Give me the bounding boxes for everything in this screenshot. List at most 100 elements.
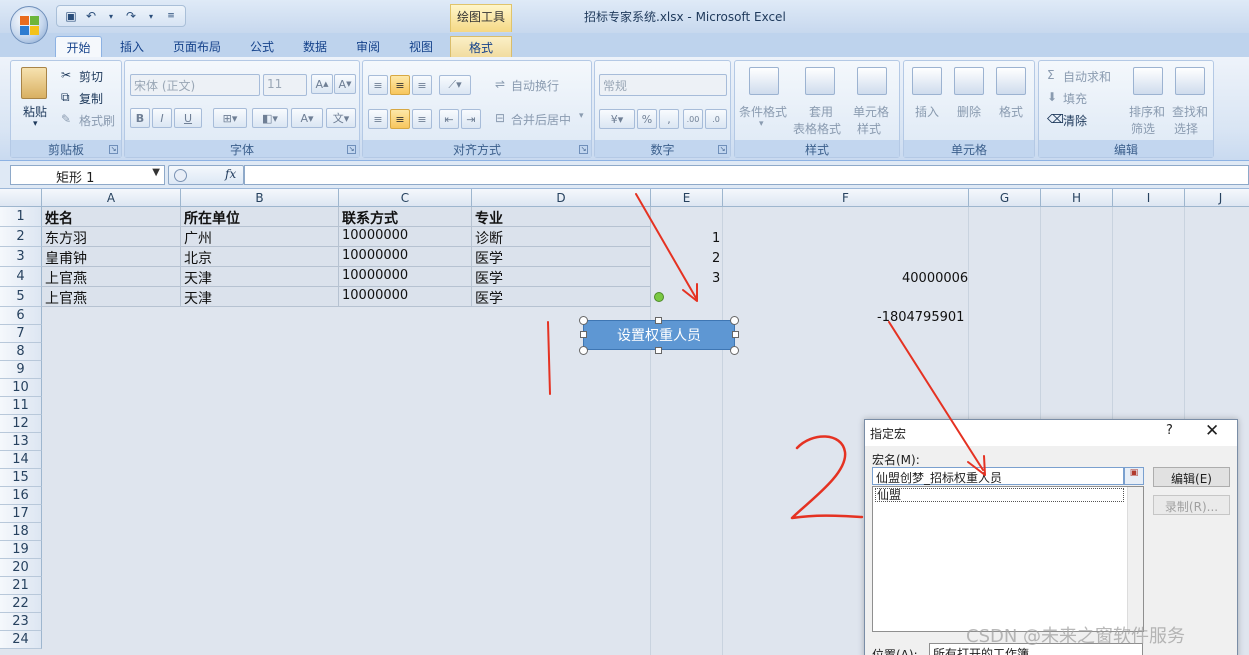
cell-e3[interactable]: 2 bbox=[712, 251, 720, 266]
cell-c5[interactable]: 10000000 bbox=[339, 287, 472, 307]
shape-resize-handle[interactable] bbox=[580, 331, 587, 338]
column-header[interactable]: F bbox=[723, 189, 969, 207]
tab-insert[interactable]: 插入 bbox=[110, 36, 154, 57]
row-header[interactable]: 9 bbox=[0, 361, 42, 379]
cell-b1[interactable]: 所在单位 bbox=[181, 207, 339, 227]
tab-home[interactable]: 开始 bbox=[55, 36, 102, 57]
currency-icon[interactable]: ¥▾ bbox=[599, 109, 635, 129]
row-header[interactable]: 3 bbox=[0, 247, 42, 267]
find-select-icon[interactable] bbox=[1175, 67, 1205, 95]
increase-decimal-icon[interactable]: .00 bbox=[683, 109, 703, 129]
macro-list[interactable]: 仙盟 bbox=[872, 486, 1144, 632]
cell-d3[interactable]: 医学 bbox=[472, 247, 651, 267]
orientation-icon[interactable]: ⟋▾ bbox=[439, 75, 471, 95]
column-header[interactable]: E bbox=[651, 189, 723, 207]
cell-e2[interactable]: 1 bbox=[712, 231, 720, 246]
column-header[interactable]: J bbox=[1185, 189, 1249, 207]
row-header[interactable]: 22 bbox=[0, 595, 42, 613]
find-select-button-line2[interactable]: 选择 bbox=[1174, 120, 1198, 137]
copy-button[interactable]: 复制 bbox=[79, 90, 103, 107]
cell-a3[interactable]: 皇甫钟 bbox=[42, 247, 181, 267]
find-select-button[interactable]: 查找和 bbox=[1172, 103, 1208, 120]
paste-dropdown-icon[interactable]: ▾ bbox=[33, 119, 38, 129]
tab-view[interactable]: 视图 bbox=[399, 36, 443, 57]
conditional-format-icon[interactable] bbox=[749, 67, 779, 95]
row-header[interactable]: 19 bbox=[0, 541, 42, 559]
format-as-table-button[interactable]: 套用 bbox=[809, 103, 833, 120]
customize-qat-icon[interactable]: ≡ bbox=[163, 8, 179, 24]
italic-button[interactable]: I bbox=[152, 108, 172, 128]
merge-center-button[interactable]: 合并后居中 bbox=[511, 111, 571, 128]
column-header[interactable]: B bbox=[181, 189, 339, 207]
cell-styles-icon[interactable] bbox=[857, 67, 887, 95]
autosum-button[interactable]: 自动求和 bbox=[1063, 68, 1111, 85]
font-color-icon[interactable]: A▾ bbox=[291, 108, 323, 128]
redo-icon[interactable]: ↷ bbox=[123, 8, 139, 24]
cell-f4[interactable]: 40000006 bbox=[902, 271, 968, 286]
increase-indent-icon[interactable]: ⇥ bbox=[461, 109, 481, 129]
cell-c3[interactable]: 10000000 bbox=[339, 247, 472, 267]
shape-resize-handle[interactable] bbox=[730, 316, 739, 325]
row-header[interactable]: 20 bbox=[0, 559, 42, 577]
macro-name-input[interactable]: 仙盟创梦_招标权重人员 bbox=[872, 467, 1124, 485]
clipboard-launcher-icon[interactable]: ↘ bbox=[109, 145, 118, 154]
bold-button[interactable]: B bbox=[130, 108, 150, 128]
merge-dropdown-icon[interactable]: ▾ bbox=[579, 111, 584, 121]
cell-c4[interactable]: 10000000 bbox=[339, 267, 472, 287]
conditional-dropdown-icon[interactable]: ▾ bbox=[759, 119, 764, 129]
grow-font-icon[interactable]: A ▲ bbox=[311, 74, 333, 94]
cell-d4[interactable]: 医学 bbox=[472, 267, 651, 287]
formula-input[interactable] bbox=[244, 165, 1249, 185]
cell-b2[interactable]: 广州 bbox=[181, 227, 339, 247]
macro-list-item[interactable]: 仙盟 bbox=[875, 488, 1124, 502]
row-header[interactable]: 5 bbox=[0, 287, 42, 307]
number-launcher-icon[interactable]: ↘ bbox=[718, 145, 727, 154]
insert-cells-icon[interactable] bbox=[912, 67, 942, 95]
shrink-font-icon[interactable]: A ▼ bbox=[334, 74, 356, 94]
select-all-corner[interactable] bbox=[0, 189, 42, 207]
formula-bar-expand-icon[interactable] bbox=[174, 169, 187, 182]
undo-icon[interactable]: ↶ bbox=[83, 8, 99, 24]
clear-button[interactable]: 清除 bbox=[1063, 112, 1087, 129]
conditional-format-button[interactable]: 条件格式 bbox=[739, 103, 787, 120]
cell-d2[interactable]: 诊断 bbox=[472, 227, 651, 247]
macro-list-scrollbar[interactable] bbox=[1127, 487, 1143, 631]
cell-d5[interactable]: 医学 bbox=[472, 287, 651, 307]
paste-button[interactable]: 粘贴 bbox=[23, 103, 47, 120]
paste-icon[interactable] bbox=[21, 67, 47, 99]
row-header[interactable]: 24 bbox=[0, 631, 42, 649]
undo-dropdown-icon[interactable]: ▾ bbox=[103, 8, 119, 24]
close-button[interactable]: ✕ bbox=[1205, 421, 1219, 441]
format-cells-button[interactable]: 格式 bbox=[999, 103, 1023, 120]
cell-a4[interactable]: 上官燕 bbox=[42, 267, 181, 287]
row-header[interactable]: 2 bbox=[0, 227, 42, 247]
cell-e4[interactable]: 3 bbox=[712, 271, 720, 286]
row-header[interactable]: 16 bbox=[0, 487, 42, 505]
align-right-icon[interactable]: ≡ bbox=[412, 109, 432, 129]
row-header[interactable]: 7 bbox=[0, 325, 42, 343]
align-bottom-icon[interactable]: ≡ bbox=[412, 75, 432, 95]
tab-review[interactable]: 审阅 bbox=[346, 36, 390, 57]
column-header[interactable]: A bbox=[42, 189, 181, 207]
underline-button[interactable]: U bbox=[174, 108, 202, 128]
name-box[interactable]: 矩形 1 ▼ bbox=[10, 165, 165, 186]
shape-resize-handle[interactable] bbox=[579, 346, 588, 355]
shape-rotation-handle[interactable] bbox=[654, 292, 664, 302]
format-cells-icon[interactable] bbox=[996, 67, 1026, 95]
align-middle-icon[interactable]: ≡ bbox=[390, 75, 410, 95]
font-launcher-icon[interactable]: ↘ bbox=[347, 145, 356, 154]
macro-shape-button[interactable]: 设置权重人员 bbox=[583, 320, 735, 350]
cell-c1[interactable]: 联系方式 bbox=[339, 207, 472, 227]
row-header[interactable]: 17 bbox=[0, 505, 42, 523]
row-header[interactable]: 12 bbox=[0, 415, 42, 433]
cell-b4[interactable]: 天津 bbox=[181, 267, 339, 287]
delete-cells-icon[interactable] bbox=[954, 67, 984, 95]
edit-button[interactable]: 编辑(E) bbox=[1153, 467, 1230, 487]
tab-data[interactable]: 数据 bbox=[293, 36, 337, 57]
insert-function-button[interactable]: fx bbox=[225, 167, 236, 181]
row-header[interactable]: 23 bbox=[0, 613, 42, 631]
cell-a2[interactable]: 东方羽 bbox=[42, 227, 181, 247]
comma-icon[interactable]: , bbox=[659, 109, 679, 129]
decrease-decimal-icon[interactable]: .0 bbox=[705, 109, 727, 129]
cell-f6[interactable]: -1804795901 bbox=[877, 310, 964, 325]
